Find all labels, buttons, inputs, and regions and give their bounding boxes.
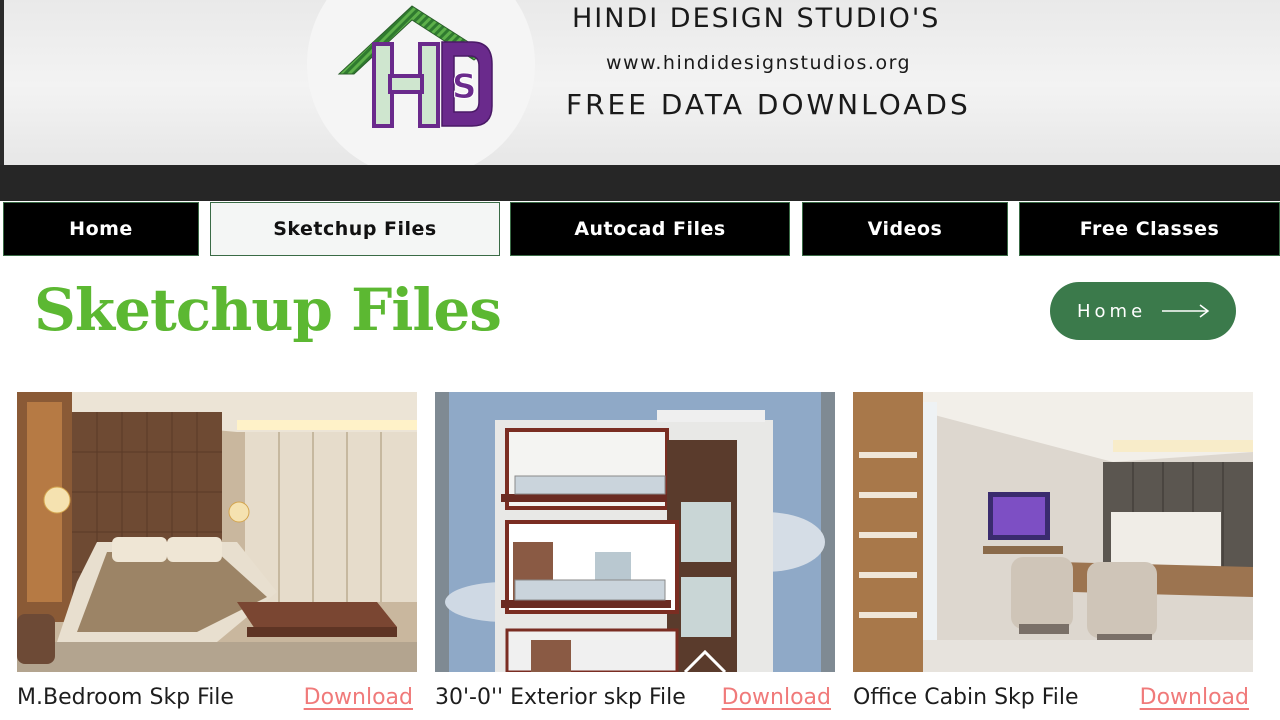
arrow-right-icon (1162, 304, 1210, 318)
file-card: Office Cabin Skp File Download (853, 392, 1253, 710)
file-name: Office Cabin Skp File (853, 685, 1079, 710)
nav-home[interactable]: Home (3, 202, 199, 256)
page-title: Sketchup Files (34, 276, 502, 344)
nav-sketchup-files[interactable]: Sketchup Files (210, 202, 500, 256)
banner-divider (0, 165, 1280, 201)
site-banner: S HINDI DESIGN STUDIO'S www.hindidesigns… (0, 0, 1280, 170)
svg-text:S: S (452, 67, 477, 107)
office-image[interactable] (853, 392, 1253, 672)
home-button[interactable]: Home (1050, 282, 1236, 340)
hs-logo: S (337, 5, 493, 128)
file-name: M.Bedroom Skp File (17, 685, 234, 710)
nav-videos[interactable]: Videos (802, 202, 1008, 256)
download-link[interactable]: Download (722, 685, 831, 710)
file-card: 30'-0'' Exterior skp File Download (435, 392, 835, 710)
download-link[interactable]: Download (1140, 685, 1249, 710)
nav-autocad-files[interactable]: Autocad Files (510, 202, 790, 256)
file-card: M.Bedroom Skp File Download (17, 392, 417, 710)
banner-title: HINDI DESIGN STUDIO'S (572, 3, 941, 34)
home-button-label: Home (1077, 300, 1147, 322)
main-nav: Home Sketchup Files Autocad Files Videos… (0, 201, 1280, 257)
banner-subtitle: FREE DATA DOWNLOADS (566, 88, 971, 121)
nav-free-classes[interactable]: Free Classes (1019, 202, 1280, 256)
exterior-image[interactable] (435, 392, 835, 672)
bedroom-image[interactable] (17, 392, 417, 672)
download-link[interactable]: Download (304, 685, 413, 710)
file-name: 30'-0'' Exterior skp File (435, 685, 686, 710)
banner-url: www.hindidesignstudios.org (606, 52, 912, 74)
